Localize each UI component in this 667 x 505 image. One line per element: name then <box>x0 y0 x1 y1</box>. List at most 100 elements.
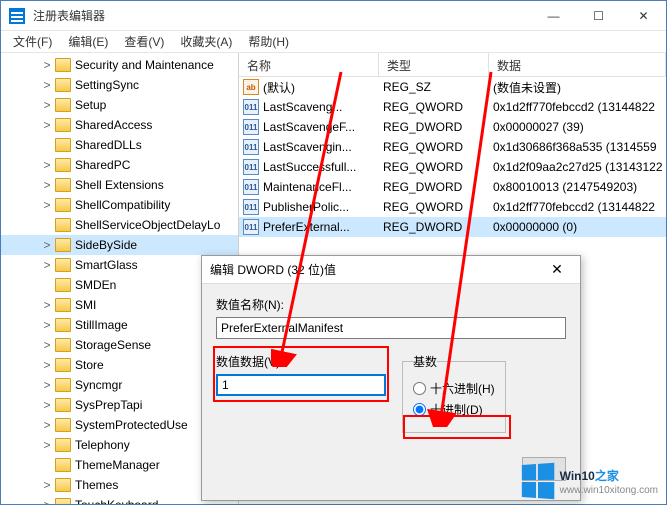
tree-item-sidebyside[interactable]: >SideBySide <box>1 235 238 255</box>
tree-item-label: SharedPC <box>75 158 130 172</box>
list-row[interactable]: 011PreferExternal...REG_DWORD0x00000000 … <box>239 217 666 237</box>
menu-favorites[interactable]: 收藏夹(A) <box>172 31 240 52</box>
radix-hex-radio[interactable] <box>413 382 426 395</box>
tree-item-shell-extensions[interactable]: > Shell Extensions <box>1 175 238 195</box>
radix-dec-label: 十进制(D) <box>430 401 483 418</box>
expand-icon[interactable]: > <box>41 338 53 352</box>
column-type[interactable]: 类型 <box>379 53 489 76</box>
radix-dec-radio[interactable] <box>413 403 426 416</box>
close-button[interactable]: ✕ <box>621 1 666 31</box>
expand-icon[interactable]: > <box>41 198 53 212</box>
expand-icon[interactable]: > <box>41 78 53 92</box>
expand-icon[interactable]: > <box>41 358 53 372</box>
list-row[interactable]: 011LastSuccessfull...REG_QWORD0x1d2f09aa… <box>239 157 666 177</box>
value-name: MaintenanceFl... <box>263 180 352 194</box>
folder-icon <box>55 418 71 432</box>
expand-icon[interactable]: > <box>41 58 53 72</box>
expand-icon[interactable]: > <box>41 258 53 272</box>
expand-icon[interactable]: > <box>41 398 53 412</box>
dialog-title: 编辑 DWORD (32 位)值 <box>210 261 542 278</box>
tree-item-sharedpc[interactable]: > SharedPC <box>1 155 238 175</box>
folder-icon <box>55 278 71 292</box>
tree-item-label: SmartGlass <box>75 258 138 272</box>
value-type: REG_QWORD <box>379 160 489 174</box>
menu-view[interactable]: 查看(V) <box>116 31 172 52</box>
menu-file[interactable]: 文件(F) <box>5 31 60 52</box>
tree-item-shareddlls[interactable]: SharedDLLs <box>1 135 238 155</box>
tree-item-label: StillImage <box>75 318 128 332</box>
folder-icon <box>55 498 71 504</box>
tree-item-shellcompatibility[interactable]: >ShellCompatibility <box>1 195 238 215</box>
folder-icon <box>55 78 71 92</box>
tree-item-setup[interactable]: > Setup <box>1 95 238 115</box>
expand-icon[interactable]: > <box>41 478 53 492</box>
expand-icon[interactable]: > <box>41 438 53 452</box>
menu-help[interactable]: 帮助(H) <box>240 31 297 52</box>
expand-icon[interactable]: > <box>41 298 53 312</box>
tree-item-sharedaccess[interactable]: >SharedAccess <box>1 115 238 135</box>
expand-icon[interactable]: > <box>41 98 53 112</box>
folder-icon <box>55 198 71 212</box>
tree-item-label: Syncmgr <box>75 378 122 392</box>
binary-value-icon: 011 <box>243 219 259 235</box>
value-type: REG_DWORD <box>379 220 489 234</box>
value-data: 0x80010013 (2147549203) <box>489 180 666 194</box>
list-row[interactable]: 011MaintenanceFl...REG_DWORD0x80010013 (… <box>239 177 666 197</box>
value-name-label: 数值名称(N): <box>216 296 566 313</box>
maximize-button[interactable]: ☐ <box>576 1 621 31</box>
list-row[interactable]: 011PublisherPolic...REG_QWORD0x1d2ff770f… <box>239 197 666 217</box>
tree-item-label: ThemeManager <box>75 458 160 472</box>
tree-item-label: Shell Extensions <box>75 178 164 192</box>
expand-icon[interactable]: > <box>41 378 53 392</box>
expand-icon[interactable]: > <box>41 498 53 504</box>
tree-item-label: Telephony <box>75 438 130 452</box>
tree-item-label: StorageSense <box>75 338 151 352</box>
tree-item-security-and-maintenance[interactable]: >Security and Maintenance <box>1 55 238 75</box>
value-type: REG_DWORD <box>379 120 489 134</box>
value-type: REG_DWORD <box>379 180 489 194</box>
folder-icon <box>55 398 71 412</box>
value-name: LastScaveng... <box>263 100 342 114</box>
base-fieldset: 基数 十六进制(H) 十进制(D) <box>402 353 506 433</box>
windows-logo-icon <box>521 463 553 499</box>
tree-item-settingsync[interactable]: >SettingSync <box>1 75 238 95</box>
list-row[interactable]: ab(默认)REG_SZ(数值未设置) <box>239 77 666 97</box>
window-title: 注册表编辑器 <box>33 7 531 24</box>
base-legend: 基数 <box>413 353 437 370</box>
column-name[interactable]: 名称 <box>239 53 379 76</box>
tree-item-label: Themes <box>75 478 118 492</box>
value-data: 0x1d2ff770febccd2 (13144822 <box>489 200 666 214</box>
folder-icon <box>55 338 71 352</box>
title-bar: 注册表编辑器 — ☐ ✕ <box>1 1 666 31</box>
folder-icon <box>55 438 71 452</box>
tree-item-label: SMI <box>75 298 96 312</box>
value-name: PublisherPolic... <box>263 200 349 214</box>
tree-item-label: Setup <box>75 98 106 112</box>
tree-item-shellserviceobjectdelaylo[interactable]: ShellServiceObjectDelayLo <box>1 215 238 235</box>
list-row[interactable]: 011LastScaveng...REG_QWORD0x1d2ff770febc… <box>239 97 666 117</box>
value-data: 0x00000027 (39) <box>489 120 666 134</box>
value-data: 0x1d2f09aa2c27d25 (13143122 <box>489 160 666 174</box>
expand-icon[interactable]: > <box>41 418 53 432</box>
folder-icon <box>55 178 71 192</box>
value-data: 0x00000000 (0) <box>489 220 666 234</box>
expand-icon[interactable]: > <box>41 238 53 252</box>
value-data-input[interactable] <box>216 374 386 396</box>
list-row[interactable]: 011LastScavengeF...REG_DWORD0x00000027 (… <box>239 117 666 137</box>
expand-icon[interactable]: > <box>41 118 53 132</box>
menu-edit[interactable]: 编辑(E) <box>60 31 116 52</box>
list-row[interactable]: 011LastScavengin...REG_QWORD0x1d30686f36… <box>239 137 666 157</box>
tree-item-label: SharedDLLs <box>75 138 142 152</box>
folder-icon <box>55 158 71 172</box>
minimize-button[interactable]: — <box>531 1 576 31</box>
expand-icon[interactable]: > <box>41 318 53 332</box>
expand-icon[interactable]: > <box>41 158 53 172</box>
dialog-close-button[interactable]: ✕ <box>542 261 572 278</box>
expand-icon[interactable]: > <box>41 178 53 192</box>
column-data[interactable]: 数据 <box>489 53 666 76</box>
value-name: LastScavengin... <box>263 140 352 154</box>
dialog-titlebar[interactable]: 编辑 DWORD (32 位)值 ✕ <box>202 256 580 284</box>
value-type: REG_SZ <box>379 80 489 94</box>
menu-bar: 文件(F) 编辑(E) 查看(V) 收藏夹(A) 帮助(H) <box>1 31 666 53</box>
value-name-input[interactable] <box>216 317 566 339</box>
